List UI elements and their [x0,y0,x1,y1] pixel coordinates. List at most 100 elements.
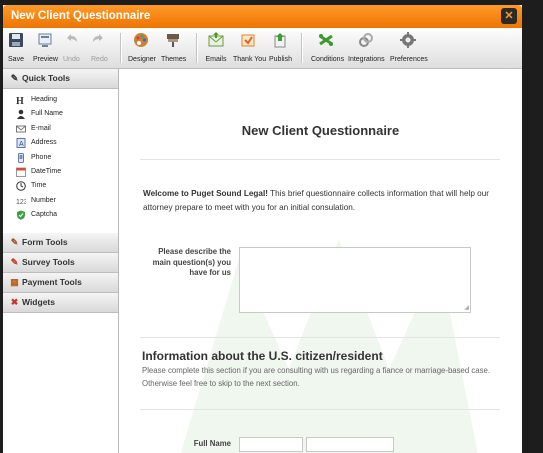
emails-button[interactable]: Emails [205,32,227,63]
phone-icon [18,152,24,163]
designer-button[interactable]: Designer [128,32,157,63]
redo-button[interactable]: Redo [91,32,108,63]
undo-button[interactable]: Undo [63,32,80,63]
widgets-icon: ✖ [10,297,19,307]
form-canvas: New Client Questionnaire Welcome to Puge… [119,69,522,453]
section-description: Please complete this section if you are … [142,366,491,388]
thank-you-icon [241,34,255,47]
divider [140,337,500,338]
preview-icon [38,33,52,47]
question-textarea[interactable]: ◢ [239,247,471,313]
tools-sidebar: ✎ Quick Tools H Heading Full Name E-mail … [3,69,119,453]
tool-label: Address [31,139,57,147]
payment-tools-header[interactable]: ▦ Payment Tools [3,273,118,293]
redo-label: Redo [91,56,108,63]
quick-tools-list: H Heading Full Name E-mail A Address Pho… [3,89,118,233]
thank-you-label: Thank You [233,56,267,63]
number-icon: 123 [16,199,26,206]
close-icon[interactable]: ✕ [501,8,517,24]
payment-tools-label: Payment Tools [22,277,82,287]
integrations-button[interactable]: Integrations [348,32,385,63]
conditions-button[interactable]: Conditions [311,32,345,63]
publish-label: Publish [269,56,292,63]
tool-heading[interactable]: H Heading [3,93,118,107]
tool-captcha[interactable]: Captcha [3,208,118,222]
first-name-input[interactable] [239,437,303,452]
full-name-label: Full Name [193,439,231,448]
preferences-label: Preferences [390,56,428,63]
emails-label: Emails [205,56,227,63]
divider [140,159,500,160]
person-icon [17,110,25,120]
save-icon [9,33,23,47]
question-label: Please describe the main question(s) you… [152,247,231,277]
window-title: New Client Questionnaire [11,10,151,22]
save-label: Save [8,56,24,63]
emails-icon [208,32,224,47]
tool-full-name[interactable]: Full Name [3,107,118,121]
heading-icon: H [16,96,24,105]
themes-icon [167,34,179,47]
toolbar: Save Preview Undo Redo Designer Themes E… [3,28,522,69]
widgets-header[interactable]: ✖ Widgets [3,293,118,313]
tool-number[interactable]: 123 Number [3,194,118,208]
themes-label: Themes [161,56,187,63]
title-bar: New Client Questionnaire ✕ [3,5,522,28]
quick-tools-label: Quick Tools [22,73,71,83]
save-button[interactable]: Save [8,32,24,63]
integrations-icon [359,33,373,47]
tool-time[interactable]: Time [3,179,118,193]
svg-text:A: A [19,141,24,148]
divider [140,409,500,410]
intro-bold: Welcome to Puget Sound Legal! [143,189,268,198]
tool-datetime[interactable]: DateTime [3,165,118,179]
svg-text:H: H [16,96,24,105]
tool-label: Heading [31,96,58,103]
form-title[interactable]: New Client Questionnaire [119,123,522,138]
thank-you-button[interactable]: Thank You [233,32,267,63]
pencil-icon: ✎ [10,73,19,83]
redo-icon [93,34,103,42]
publish-button[interactable]: Publish [269,32,292,63]
tool-label: E-mail [31,124,51,132]
section-title[interactable]: Information about the U.S. citizen/resid… [142,349,383,363]
form-builder-window: New Client Questionnaire ✕ Save Preview … [3,5,522,453]
toolbar-separator [301,33,303,63]
tool-phone[interactable]: Phone [3,151,118,165]
preview-button[interactable]: Preview [33,32,58,63]
tool-label: DateTime [31,167,62,175]
address-icon: A [16,138,26,149]
widgets-label: Widgets [22,297,55,307]
survey-tools-icon: ✎ [10,257,19,267]
tool-label: Time [31,182,47,190]
conditions-icon [319,34,333,46]
tool-label: Captcha [31,211,58,219]
conditions-label: Conditions [311,56,345,63]
form-tools-header[interactable]: ✎ Form Tools [3,233,118,253]
undo-label: Undo [63,56,80,63]
email-icon [16,125,26,133]
preferences-button[interactable]: Preferences [390,32,428,63]
designer-icon [134,33,148,47]
intro-text[interactable]: Welcome to Puget Sound Legal! This brief… [143,187,493,215]
tool-address[interactable]: A Address [3,136,118,150]
tool-email[interactable]: E-mail [3,122,118,136]
survey-tools-label: Survey Tools [22,257,75,267]
designer-label: Designer [128,56,157,63]
last-name-input[interactable] [306,437,394,452]
tool-label: Full Name [31,110,63,118]
calendar-icon [16,167,26,177]
resize-grip-icon[interactable]: ◢ [464,305,469,311]
payment-tools-icon: ▦ [10,277,19,287]
themes-button[interactable]: Themes [161,32,187,63]
toolbar-separator [120,33,122,63]
form-tools-icon: ✎ [10,237,19,247]
survey-tools-header[interactable]: ✎ Survey Tools [3,253,118,273]
publish-icon [274,33,286,48]
quick-tools-header[interactable]: ✎ Quick Tools [3,69,118,89]
tool-label: Number [31,196,56,204]
preferences-icon [400,32,416,48]
svg-text:123: 123 [16,199,26,206]
captcha-shield-icon [17,210,25,220]
toolbar-separator [196,33,198,63]
